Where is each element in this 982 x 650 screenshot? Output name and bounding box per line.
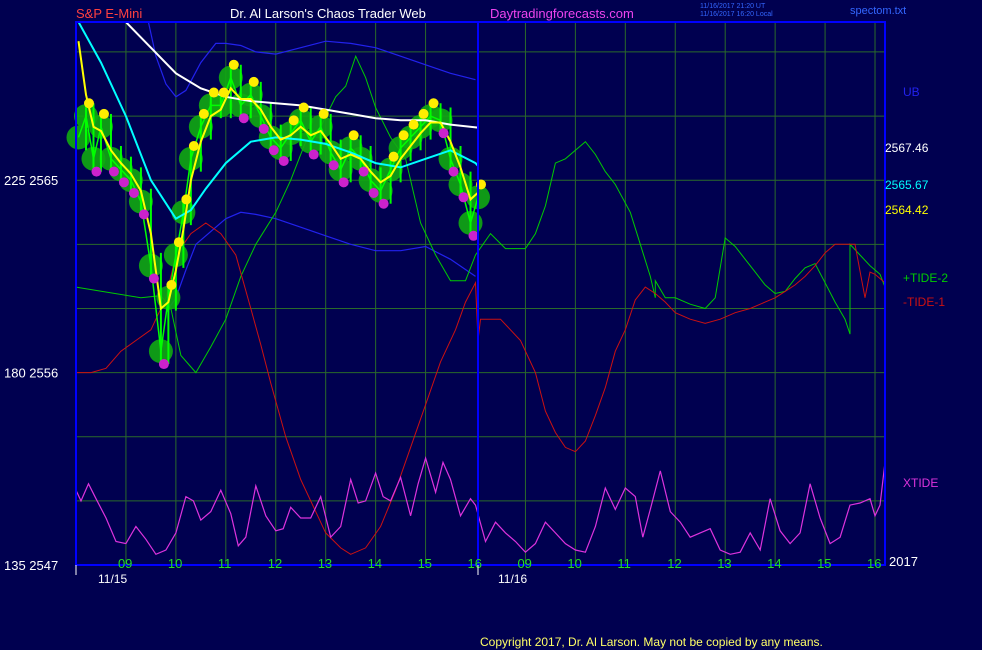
x-tick-label: 11 <box>218 556 232 571</box>
signal-dot-yellow <box>298 102 309 113</box>
x-tick-label: 09 <box>517 556 531 571</box>
site-title: Dr. Al Larson's Chaos Trader Web <box>230 6 426 21</box>
chart-canvas: 225 2565 180 2556 135 2547 09 10 11 12 13 14 15 16… <box>0 0 982 650</box>
x-tick-label: 10 <box>567 556 581 571</box>
y-axis-label: 180 2556 <box>4 366 58 381</box>
signal-dot-yellow <box>288 115 299 126</box>
x-tick-label: 14 <box>767 556 781 571</box>
signal-dot-yellow <box>428 98 439 109</box>
signal-dot-yellow <box>348 130 359 141</box>
x-tick-label: 12 <box>268 556 282 571</box>
timestamp-local: 11/16/2017 16:20 Local <box>700 11 773 18</box>
signal-dot-magenta <box>328 160 339 171</box>
signal-dot-yellow <box>208 87 219 98</box>
right-label-ema-mid: 2565.67 <box>885 178 929 192</box>
signal-dot-yellow <box>228 59 239 70</box>
x-tick-label: 11 <box>617 556 631 571</box>
timestamp-ut: 11/16/2017 21:20 UT <box>700 3 766 10</box>
day-label-2: 11/16 <box>498 572 527 586</box>
signal-dot-magenta <box>458 192 469 203</box>
signal-dot-magenta <box>358 166 369 177</box>
x-tick-label: 16 <box>867 556 881 571</box>
signal-dot-yellow <box>83 98 94 109</box>
signal-dot-magenta <box>368 188 379 199</box>
signal-dot-magenta <box>108 166 119 177</box>
signal-dot-magenta <box>118 177 129 188</box>
signal-dot-magenta <box>268 145 279 156</box>
x-tick-label: 13 <box>717 556 731 571</box>
signal-dot-magenta <box>338 177 349 188</box>
file-name: spectom.txt <box>850 5 906 17</box>
signal-dot-yellow <box>248 76 259 87</box>
x-tick-label: 15 <box>817 556 831 571</box>
signal-dot-magenta <box>91 166 102 177</box>
x-tick-label: 12 <box>667 556 681 571</box>
signal-dot-magenta <box>238 113 249 124</box>
instrument-title: S&P E-Mini <box>76 6 142 21</box>
signal-dot-yellow <box>188 140 199 151</box>
signal-dot-yellow <box>318 108 329 119</box>
signal-dot-magenta <box>138 209 149 220</box>
right-label-ema-slow: 2567.46 <box>885 141 929 155</box>
signal-dot-yellow <box>181 194 192 205</box>
signal-dot-magenta <box>448 166 459 177</box>
x-tick-label: 10 <box>168 556 182 571</box>
signal-dot-magenta <box>308 149 319 160</box>
chart-background <box>0 0 982 650</box>
signal-dot-magenta <box>148 273 159 284</box>
y-axis-label: 225 2565 <box>4 173 58 188</box>
day-label-1: 11/15 <box>98 572 127 586</box>
signal-dot-yellow <box>388 151 399 162</box>
signal-dot-yellow <box>218 87 229 98</box>
signal-dot-yellow <box>98 108 109 119</box>
signal-dot-yellow <box>408 119 419 130</box>
x-tick-label: 15 <box>418 556 432 571</box>
copyright-notice: Copyright 2017, Dr. Al Larson. May not b… <box>480 635 823 649</box>
y-axis-label: 135 2547 <box>4 558 58 573</box>
signal-dot-magenta <box>278 155 289 166</box>
signal-dot-yellow <box>173 237 184 248</box>
x-tick-label: 09 <box>118 556 132 571</box>
right-label-xtide: XTIDE <box>903 476 938 490</box>
right-label-tide-minus: -TIDE-1 <box>903 295 945 309</box>
x-tick-label: 13 <box>318 556 332 571</box>
signal-dot-yellow <box>166 279 177 290</box>
signal-dot-magenta <box>128 188 139 199</box>
x-tick-label: 14 <box>368 556 382 571</box>
signal-dot-magenta <box>378 198 389 209</box>
right-label-band: UB <box>903 85 920 99</box>
right-label-ema-fast: 2564.42 <box>885 203 929 217</box>
right-label-tide-plus: +TIDE-2 <box>903 271 948 285</box>
year-label: 2017 <box>889 554 918 569</box>
x-tick-label: 16 <box>468 556 482 571</box>
signal-dot-magenta <box>158 359 169 370</box>
signal-dot-yellow <box>198 108 209 119</box>
signal-dot-magenta <box>438 128 449 139</box>
signal-dot-yellow <box>398 130 409 141</box>
signal-dot-magenta <box>258 123 269 134</box>
signal-dot-yellow <box>418 108 429 119</box>
site-url[interactable]: Daytradingforecasts.com <box>490 6 634 21</box>
